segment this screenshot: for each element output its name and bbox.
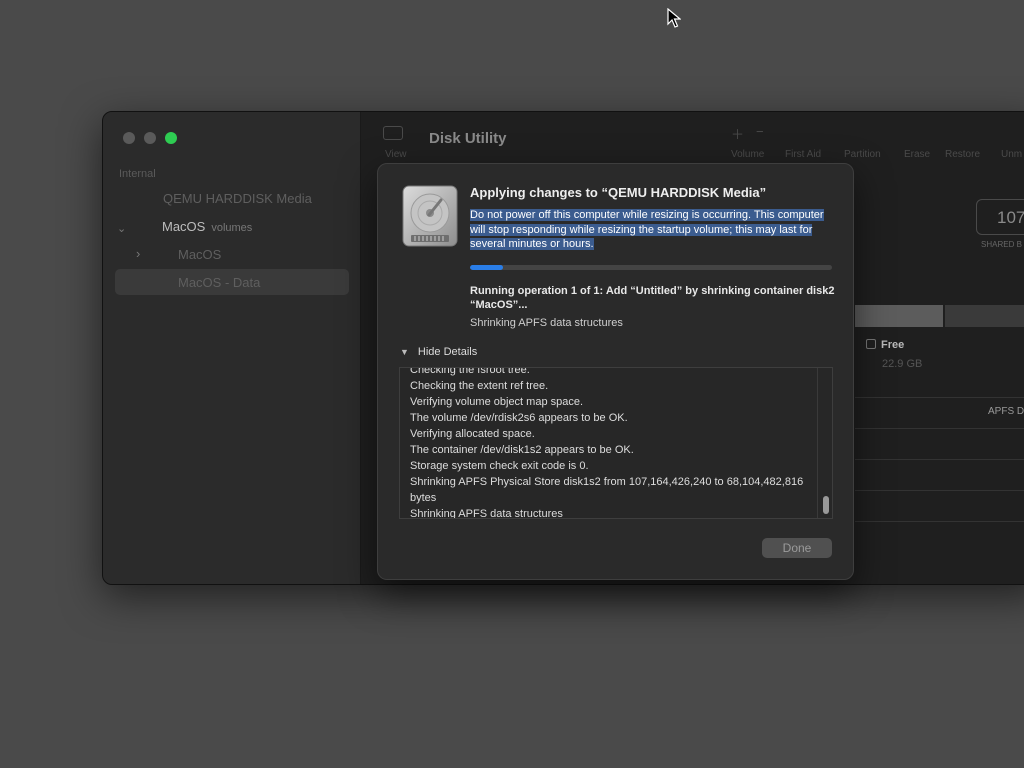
log-line: The container /dev/disk1s2 appears to be…: [410, 444, 634, 456]
warning-text: Do not power off this computer while res…: [470, 209, 824, 250]
restore-button[interactable]: Restore: [945, 149, 980, 160]
usage-bar-free: [945, 305, 1024, 327]
erase-button[interactable]: Erase: [904, 149, 930, 160]
details-log[interactable]: Checking the fsroot tree. Checking the ex…: [399, 367, 833, 519]
sidebar: Internal QEMU HARDDISK Media ⌄ MacOS volu…: [103, 112, 361, 584]
divider: [855, 397, 1024, 398]
hide-details-toggle[interactable]: ▼ Hide Details: [400, 346, 477, 358]
volume-button[interactable]: Volume: [731, 149, 764, 160]
volume-type-value: APFS D: [988, 406, 1024, 417]
log-lines: Checking the fsroot tree. Checking the ex…: [410, 367, 810, 519]
log-line: Checking the fsroot tree.: [410, 367, 530, 376]
zoom-window-button[interactable]: [165, 132, 177, 144]
capacity-label: SHARED B: [981, 240, 1022, 249]
sidebar-item-label: QEMU HARDDISK Media: [163, 191, 312, 206]
divider: [855, 490, 1024, 491]
chevron-down-icon: ▼: [400, 347, 409, 357]
sidebar-item-label: MacOS - Data: [178, 275, 261, 290]
sidebar-item-macos-data[interactable]: MacOS - Data: [178, 275, 260, 290]
free-label: Free: [881, 339, 905, 351]
log-scrollbar-thumb[interactable]: [823, 496, 829, 514]
progress-bar: [470, 265, 832, 270]
window-title: Disk Utility: [429, 130, 507, 147]
unmount-button[interactable]: Unm: [1001, 149, 1022, 160]
usage-bar-used: [855, 305, 943, 327]
sidebar-item-label: MacOS: [178, 247, 222, 262]
done-button[interactable]: Done: [762, 538, 832, 558]
sidebar-item-sublabel: volumes: [211, 222, 253, 234]
log-line: Checking the extent ref tree.: [410, 380, 549, 392]
log-line: Verifying allocated space.: [410, 428, 535, 440]
warning-message: Do not power off this computer while res…: [470, 208, 832, 252]
remove-volume-icon[interactable]: −: [756, 124, 764, 139]
chevron-right-icon[interactable]: ›: [136, 246, 140, 261]
chevron-down-icon[interactable]: ⌄: [117, 222, 126, 235]
hide-details-label: Hide Details: [417, 346, 478, 358]
log-scrollbar[interactable]: [817, 368, 832, 518]
minimize-window-button[interactable]: [144, 132, 156, 144]
log-line: Storage system check exit code is 0.: [410, 460, 589, 472]
sidebar-item-label: MacOS: [162, 219, 206, 234]
log-line: Shrinking APFS Physical Store disk1s2 fr…: [410, 476, 807, 504]
add-volume-icon[interactable]: ＋: [731, 124, 744, 143]
toolbar: View Disk Utility ＋ − Volume First Aid P…: [361, 112, 1024, 164]
sidebar-toggle-icon[interactable]: [383, 126, 403, 140]
close-window-button[interactable]: [123, 132, 135, 144]
progress-bar-fill: [470, 265, 503, 270]
hard-disk-icon: [402, 185, 458, 247]
operation-status: Shrinking APFS data structures: [470, 317, 623, 329]
operation-description: Running operation 1 of 1: Add “Untitled”…: [470, 285, 835, 311]
first-aid-button[interactable]: First Aid: [785, 149, 821, 160]
divider: [855, 459, 1024, 460]
view-button[interactable]: View: [385, 149, 407, 160]
free-value: 22.9 GB: [882, 358, 923, 370]
partition-button[interactable]: Partition: [844, 149, 881, 160]
sidebar-section-internal: Internal: [119, 168, 156, 180]
apply-changes-sheet: Applying changes to “QEMU HARDDISK Media…: [377, 163, 854, 580]
capacity-box: 107: [976, 199, 1024, 235]
free-swatch: [866, 339, 876, 349]
divider: [855, 521, 1024, 522]
sheet-title: Applying changes to “QEMU HARDDISK Media…: [470, 185, 767, 200]
sidebar-item-qemu-harddisk[interactable]: QEMU HARDDISK Media: [163, 191, 312, 206]
divider: [855, 428, 1024, 429]
log-line: Shrinking APFS data structures: [410, 508, 563, 519]
window-controls: [123, 132, 177, 144]
sidebar-item-macos-container[interactable]: MacOS volumes: [162, 219, 252, 234]
log-line: Verifying volume object map space.: [410, 396, 584, 408]
mouse-pointer-icon: [667, 8, 681, 28]
sidebar-item-macos-volume[interactable]: MacOS: [178, 247, 221, 262]
log-line: The volume /dev/rdisk2s6 appears to be O…: [410, 412, 628, 424]
